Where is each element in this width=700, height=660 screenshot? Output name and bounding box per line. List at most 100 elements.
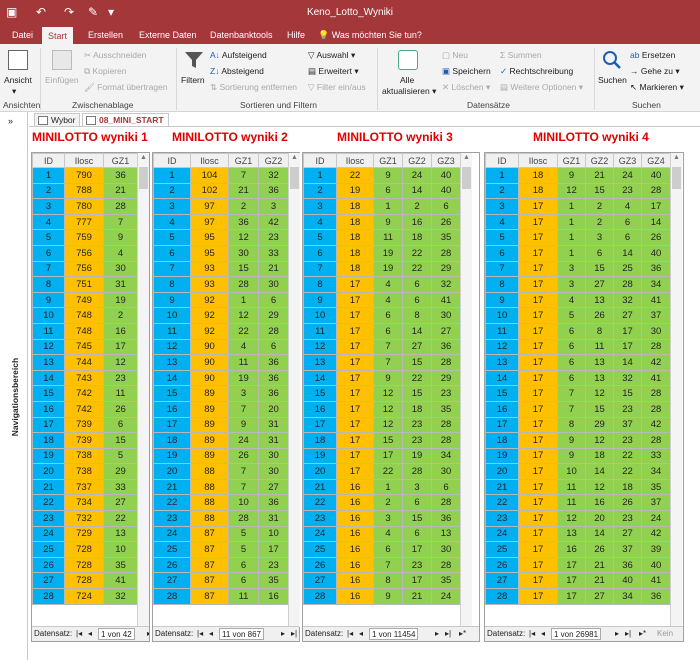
- cell-id[interactable]: 22: [153, 494, 191, 512]
- column-header-gz1[interactable]: GZ1: [557, 153, 586, 168]
- cell-ilosc[interactable]: 89: [190, 447, 229, 465]
- cell-id[interactable]: 8: [303, 276, 337, 293]
- cell-gz2[interactable]: 6: [402, 276, 432, 293]
- cell-gz2[interactable]: 16: [402, 213, 432, 231]
- cell-gz1[interactable]: 35: [103, 556, 138, 574]
- cell-gz1[interactable]: 9: [228, 416, 259, 434]
- cell-gz1[interactable]: 15: [373, 432, 403, 449]
- cell-gz1[interactable]: 8: [557, 416, 586, 434]
- cell-ilosc[interactable]: 102: [190, 182, 229, 200]
- cell-gz3[interactable]: 36: [613, 556, 642, 574]
- cell-id[interactable]: 17: [32, 416, 65, 434]
- record-position-input[interactable]: 1 von 11454: [369, 628, 419, 640]
- cell-id[interactable]: 7: [32, 260, 65, 278]
- table-row[interactable]: 2 19 6 14 40: [303, 182, 461, 200]
- cell-gz2[interactable]: 27: [258, 478, 289, 496]
- cell-gz3[interactable]: 34: [431, 447, 461, 465]
- goto-button[interactable]: → Gehe zu ▾: [630, 66, 680, 77]
- cell-ilosc[interactable]: 17: [518, 416, 558, 434]
- cell-gz3[interactable]: 17: [613, 338, 642, 356]
- cell-id[interactable]: 17: [153, 416, 191, 434]
- cell-gz2[interactable]: 30: [258, 463, 289, 480]
- cell-id[interactable]: 15: [32, 385, 65, 402]
- cell-ilosc[interactable]: 16: [336, 541, 374, 558]
- cell-ilosc[interactable]: 724: [64, 588, 104, 605]
- table-row[interactable]: 3 780 28: [32, 198, 138, 215]
- cell-gz4[interactable]: 41: [641, 572, 671, 590]
- cell-id[interactable]: 13: [485, 354, 519, 371]
- cell-gz2[interactable]: 21: [402, 588, 432, 605]
- cell-id[interactable]: 24: [32, 525, 65, 543]
- cell-ilosc[interactable]: 17: [518, 463, 558, 480]
- column-header-gz2[interactable]: GZ2: [585, 153, 614, 168]
- cell-ilosc[interactable]: 16: [336, 478, 374, 496]
- cell-ilosc[interactable]: 780: [64, 198, 104, 215]
- table-row[interactable]: 13 744 12: [32, 354, 138, 371]
- cell-ilosc[interactable]: 17: [518, 572, 558, 590]
- table-row[interactable]: 28 17 17 27 34 36: [485, 588, 671, 605]
- cell-id[interactable]: 2: [485, 182, 519, 200]
- cell-gz3[interactable]: 26: [431, 213, 461, 231]
- cell-ilosc[interactable]: 89: [190, 385, 229, 402]
- cell-gz1[interactable]: 6: [557, 322, 586, 340]
- cell-gz2[interactable]: 18: [402, 229, 432, 246]
- cell-gz3[interactable]: 24: [613, 167, 642, 184]
- table-row[interactable]: 27 87 6 35: [153, 572, 289, 590]
- cell-gz3[interactable]: 17: [613, 322, 642, 340]
- cell-gz2[interactable]: 24: [402, 167, 432, 184]
- cell-id[interactable]: 6: [32, 244, 65, 262]
- column-header-ilosc[interactable]: Ilosc: [518, 153, 558, 168]
- table-row[interactable]: 1 790 36: [32, 167, 138, 184]
- table-row[interactable]: 9 17 4 6 41: [303, 291, 461, 309]
- cell-gz1[interactable]: 6: [373, 322, 403, 340]
- first-record-icon[interactable]: |◂: [197, 629, 203, 638]
- table-row[interactable]: 26 17 17 21 36 40: [485, 556, 671, 574]
- cell-gz4[interactable]: 33: [641, 447, 671, 465]
- table-row[interactable]: 10 17 5 26 27 37: [485, 307, 671, 324]
- cell-gz4[interactable]: 41: [641, 291, 671, 309]
- table-row[interactable]: 8 17 3 27 28 34: [485, 276, 671, 293]
- cell-gz3[interactable]: 27: [613, 307, 642, 324]
- table-row[interactable]: 28 724 32: [32, 588, 138, 605]
- cell-ilosc[interactable]: 17: [336, 369, 374, 387]
- cell-gz2[interactable]: 15: [585, 260, 614, 278]
- cell-ilosc[interactable]: 744: [64, 354, 104, 371]
- table-row[interactable]: 8 751 31: [32, 276, 138, 293]
- cell-gz1[interactable]: 7: [373, 556, 403, 574]
- cell-gz4[interactable]: 37: [641, 307, 671, 324]
- next-record-icon[interactable]: ▸: [281, 629, 285, 638]
- table-row[interactable]: 4 17 1 2 6 14: [485, 213, 671, 231]
- table-row[interactable]: 24 87 5 10: [153, 525, 289, 543]
- cell-id[interactable]: 3: [32, 198, 65, 215]
- cell-id[interactable]: 4: [485, 213, 519, 231]
- cell-id[interactable]: 13: [32, 354, 65, 371]
- cell-gz4[interactable]: 28: [641, 338, 671, 356]
- cell-ilosc[interactable]: 16: [336, 494, 374, 512]
- cell-gz1[interactable]: 4: [557, 291, 586, 309]
- table-row[interactable]: 2 788 21: [32, 182, 138, 200]
- table-row[interactable]: 18 17 9 12 23 28: [485, 432, 671, 449]
- cell-ilosc[interactable]: 738: [64, 447, 104, 465]
- cell-ilosc[interactable]: 729: [64, 525, 104, 543]
- table-row[interactable]: 17 17 12 23 28: [303, 416, 461, 434]
- toggle-filter-button[interactable]: ▽ Filter ein/aus: [308, 82, 366, 93]
- table-row[interactable]: 18 17 15 23 28: [303, 432, 461, 449]
- cell-gz1[interactable]: 6: [228, 572, 259, 590]
- column-header-id[interactable]: ID: [303, 153, 337, 168]
- cell-gz1[interactable]: 1: [373, 198, 403, 215]
- cell-id[interactable]: 19: [485, 447, 519, 465]
- table-row[interactable]: 21 737 33: [32, 478, 138, 496]
- cell-gz2[interactable]: 6: [402, 494, 432, 512]
- cell-gz1[interactable]: 3: [557, 276, 586, 293]
- cell-ilosc[interactable]: 97: [190, 198, 229, 215]
- previous-record-icon[interactable]: ◂: [541, 629, 545, 638]
- column-header-ilosc[interactable]: Ilosc: [190, 153, 229, 168]
- cell-id[interactable]: 9: [303, 291, 337, 309]
- cell-ilosc[interactable]: 728: [64, 556, 104, 574]
- cell-gz2[interactable]: 29: [585, 416, 614, 434]
- column-header-id[interactable]: ID: [153, 153, 191, 168]
- cell-ilosc[interactable]: 17: [518, 525, 558, 543]
- sort-ascending-button[interactable]: A↓ Aufsteigend: [210, 50, 267, 60]
- cell-gz1[interactable]: 32: [103, 588, 138, 605]
- cell-ilosc[interactable]: 16: [336, 525, 374, 543]
